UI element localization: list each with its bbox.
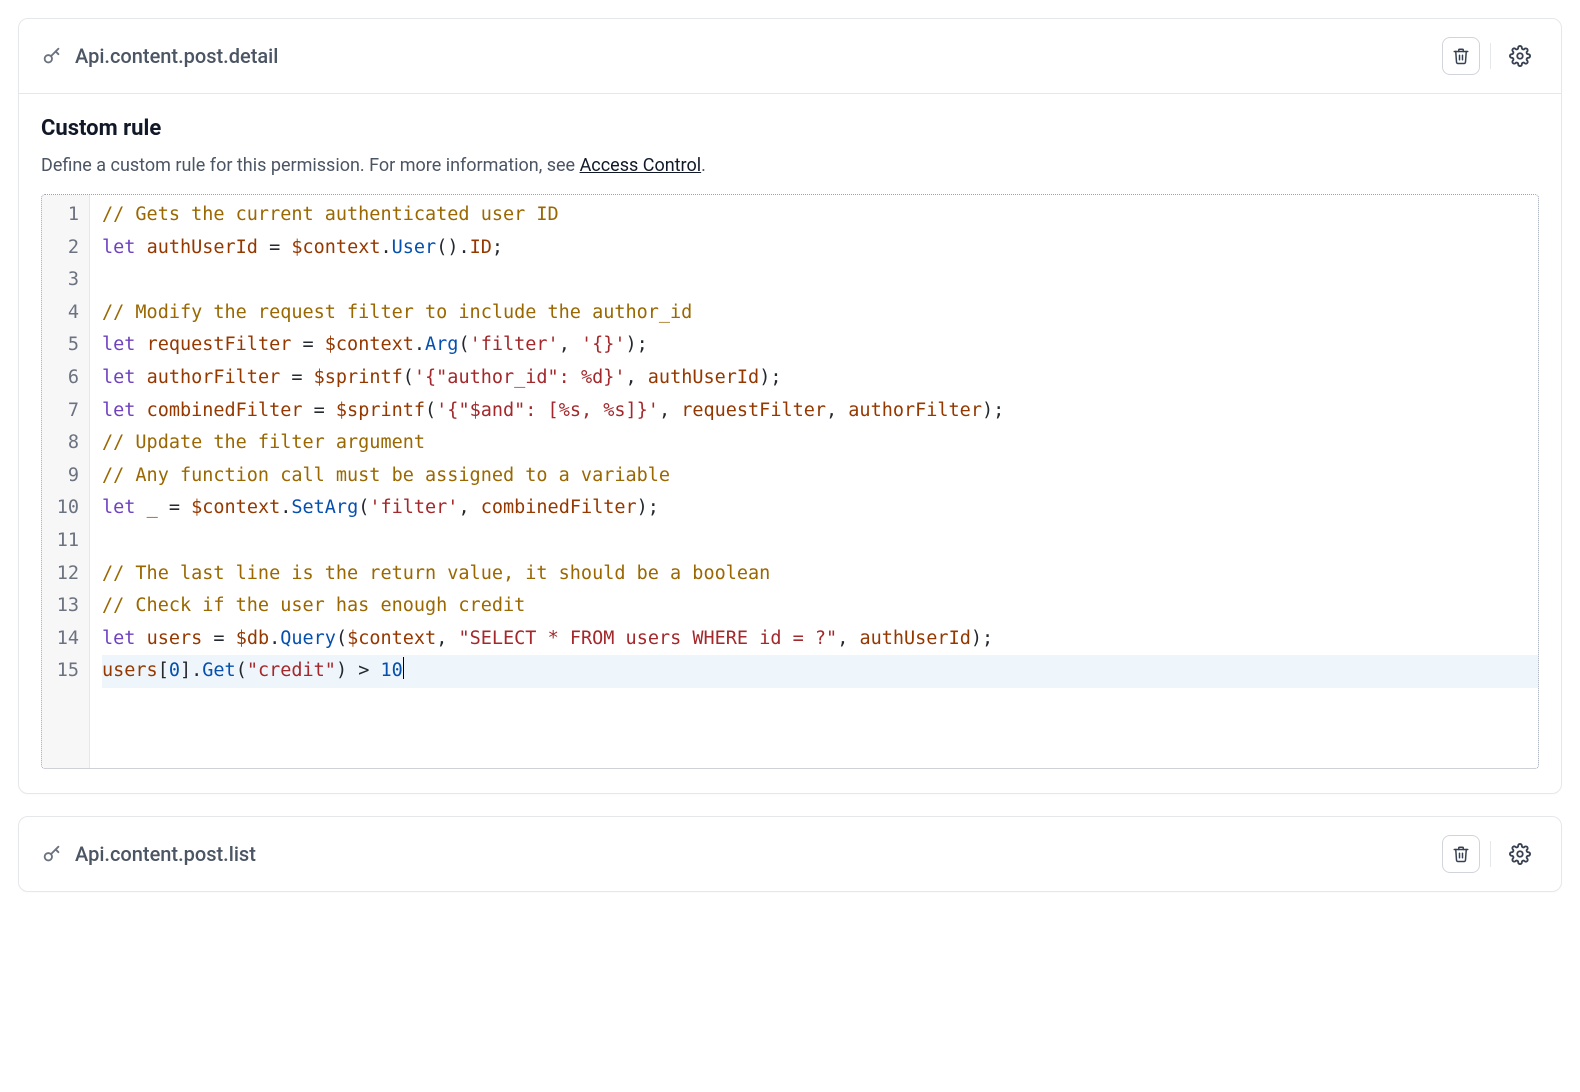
permission-panel-detail: Api.content.post.detail — [18, 18, 1562, 794]
section-heading: Custom rule — [41, 116, 1539, 141]
section-subtitle: Define a custom rule for this permission… — [41, 155, 1539, 176]
panel-actions — [1442, 37, 1539, 75]
key-icon — [41, 843, 63, 865]
line-number: 7 — [56, 395, 79, 428]
panel-title: Api.content.post.list — [75, 842, 1442, 866]
line-number: 4 — [56, 297, 79, 330]
line-number: 14 — [56, 623, 79, 656]
access-control-link[interactable]: Access Control — [580, 155, 702, 176]
line-number: 11 — [56, 525, 79, 558]
code-line[interactable] — [102, 264, 1538, 297]
line-number: 13 — [56, 590, 79, 623]
gear-icon — [1509, 45, 1531, 67]
panel-header[interactable]: Api.content.post.list — [19, 817, 1561, 891]
separator — [1490, 43, 1491, 69]
line-number: 5 — [56, 329, 79, 362]
code-line[interactable]: let authorFilter = $sprintf('{"author_id… — [102, 362, 1538, 395]
code-line[interactable]: // Any function call must be assigned to… — [102, 460, 1538, 493]
code-line[interactable]: let requestFilter = $context.Arg('filter… — [102, 329, 1538, 362]
panel-actions — [1442, 835, 1539, 873]
separator — [1490, 841, 1491, 867]
subtitle-prefix: Define a custom rule for this permission… — [41, 155, 580, 176]
code-line[interactable]: let users = $db.Query($context, "SELECT … — [102, 623, 1538, 656]
line-number: 2 — [56, 232, 79, 265]
code-line[interactable]: users[0].Get("credit") > 10 — [102, 655, 1538, 688]
line-gutter: 123456789101112131415 — [42, 195, 90, 768]
gear-icon — [1509, 843, 1531, 865]
text-cursor — [403, 657, 404, 679]
settings-button[interactable] — [1501, 37, 1539, 75]
code-line[interactable]: // Gets the current authenticated user I… — [102, 199, 1538, 232]
line-number: 15 — [56, 655, 79, 688]
line-number: 8 — [56, 427, 79, 460]
line-number: 1 — [56, 199, 79, 232]
delete-button[interactable] — [1442, 835, 1480, 873]
line-number: 9 — [56, 460, 79, 493]
code-line[interactable]: // Check if the user has enough credit — [102, 590, 1538, 623]
code-line[interactable]: // The last line is the return value, it… — [102, 558, 1538, 591]
line-number: 12 — [56, 558, 79, 591]
panel-body: Custom rule Define a custom rule for thi… — [19, 93, 1561, 793]
code-area[interactable]: // Gets the current authenticated user I… — [90, 195, 1538, 768]
line-number: 3 — [56, 264, 79, 297]
code-line[interactable]: let authUserId = $context.User().ID; — [102, 232, 1538, 265]
code-editor[interactable]: 123456789101112131415 // Gets the curren… — [41, 194, 1539, 769]
trash-icon — [1452, 47, 1470, 65]
permission-panel-list: Api.content.post.list — [18, 816, 1562, 892]
panel-title: Api.content.post.detail — [75, 44, 1442, 68]
panel-header[interactable]: Api.content.post.detail — [19, 19, 1561, 93]
trash-icon — [1452, 845, 1470, 863]
code-line[interactable]: let combinedFilter = $sprintf('{"$and": … — [102, 395, 1538, 428]
delete-button[interactable] — [1442, 37, 1480, 75]
settings-button[interactable] — [1501, 835, 1539, 873]
key-icon — [41, 45, 63, 67]
line-number: 10 — [56, 492, 79, 525]
subtitle-suffix: . — [701, 155, 706, 176]
code-line[interactable] — [102, 525, 1538, 558]
code-line[interactable]: let _ = $context.SetArg('filter', combin… — [102, 492, 1538, 525]
code-line[interactable]: // Modify the request filter to include … — [102, 297, 1538, 330]
code-line[interactable]: // Update the filter argument — [102, 427, 1538, 460]
line-number: 6 — [56, 362, 79, 395]
